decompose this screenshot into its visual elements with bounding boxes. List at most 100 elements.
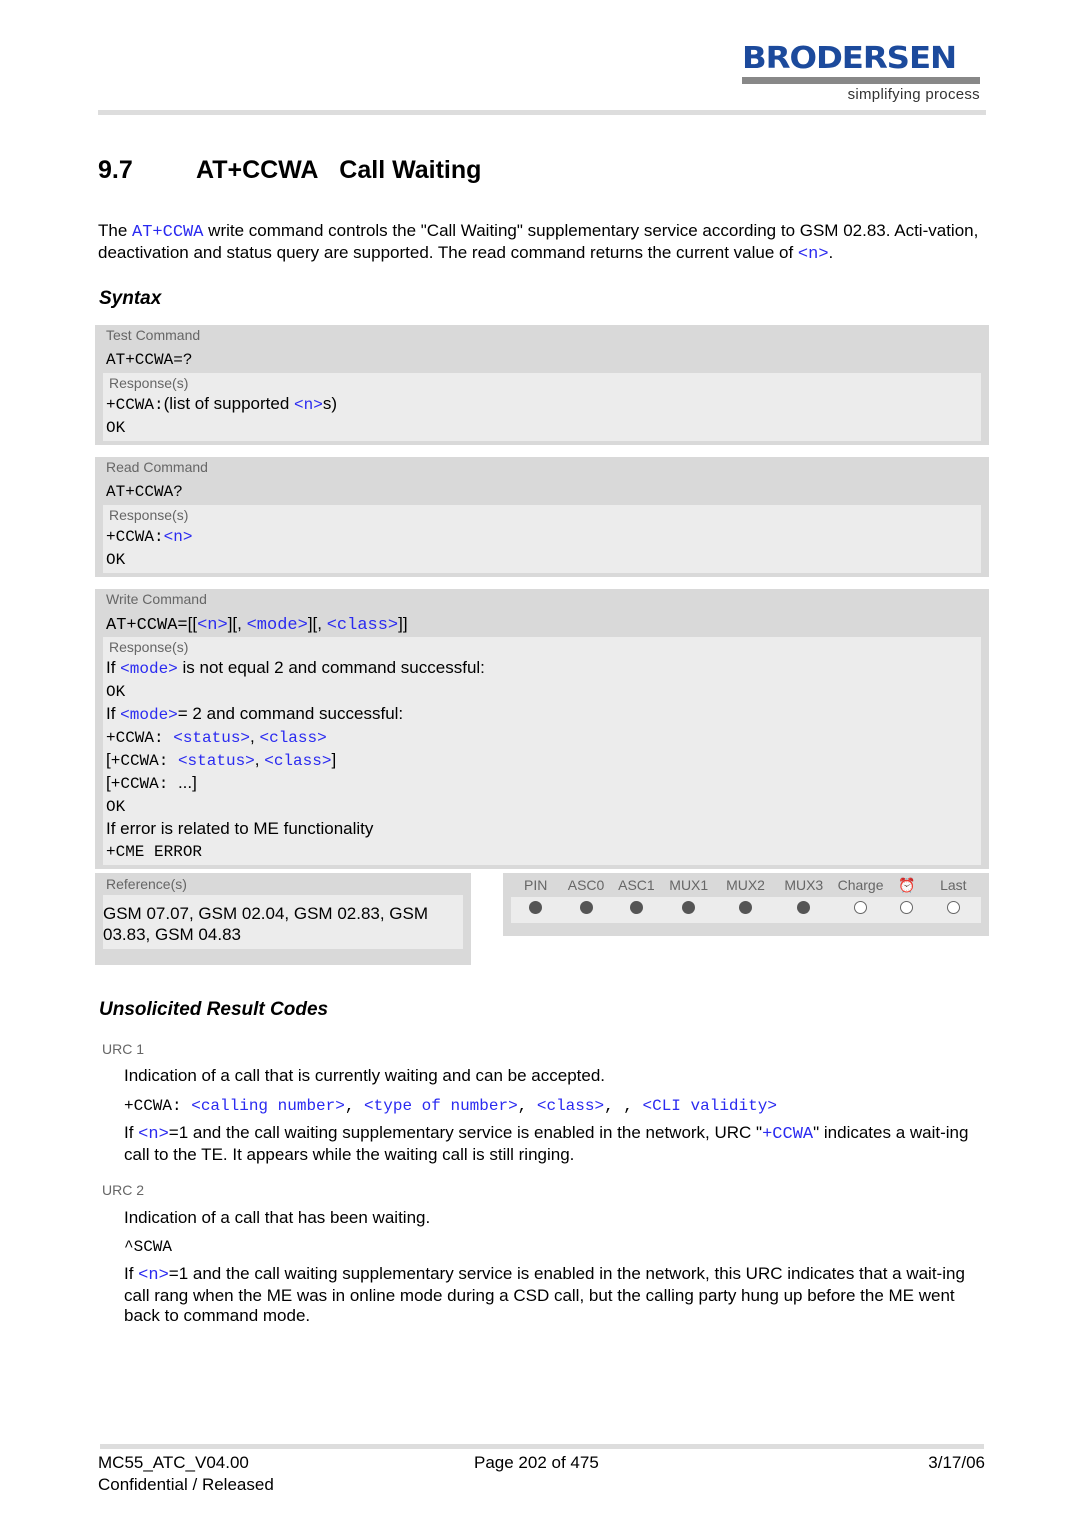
text: The	[98, 221, 133, 240]
parameter-link[interactable]: <n>	[798, 245, 829, 264]
urc-label: URC 1	[102, 1041, 145, 1057]
response-line: +CCWA: <status>, <class>	[106, 726, 978, 749]
response-line: +CME ERROR	[106, 840, 978, 863]
response-line: OK	[106, 795, 978, 818]
parameter-link[interactable]: <n>	[294, 396, 323, 414]
text: =1 and the call waiting supplementary se…	[124, 1264, 965, 1325]
text: If	[106, 704, 121, 723]
parameter-link[interactable]: <n>	[138, 1266, 169, 1285]
filled-circle-icon	[739, 901, 753, 914]
parameter-link[interactable]: <status>	[178, 752, 255, 770]
code-text: ,	[517, 1097, 537, 1115]
parameter-link[interactable]: <class>	[259, 729, 326, 747]
text: ...]	[177, 773, 197, 792]
response-line: OK	[106, 548, 978, 571]
column-header: ASC1	[618, 877, 655, 893]
column-header: PIN	[524, 877, 548, 893]
page-number: Page 202 of 475	[474, 1453, 599, 1472]
code-text: +CCWA:	[106, 729, 174, 747]
code-text: OK	[106, 683, 126, 701]
code-text: OK	[106, 798, 126, 816]
parameter-link[interactable]: <mode>	[120, 660, 178, 678]
support-cell	[888, 901, 926, 919]
parameter-link[interactable]: <class>	[537, 1097, 604, 1115]
column-header: MUX1	[669, 877, 709, 893]
brodersen-logo: BRODERSEN simplifying process	[742, 41, 980, 103]
text: If	[124, 1264, 139, 1283]
parameter-link[interactable]: <class>	[264, 752, 331, 770]
read-command-box: Read Command AT+CCWA? Response(s) +CCWA:…	[95, 457, 989, 577]
code-text: +CCWA:	[106, 528, 164, 546]
parameter-link[interactable]: <n>	[164, 528, 193, 546]
support-cell	[775, 901, 833, 919]
column-header: Last	[940, 877, 967, 893]
code-text: , ,	[604, 1097, 643, 1115]
text: is not equal 2 and command successful:	[177, 658, 485, 677]
code-text: +CCWA:	[110, 775, 178, 793]
text: = 2 and command successful:	[177, 704, 404, 723]
response-line: If <mode>= 2 and command successful:	[106, 703, 978, 726]
text: If	[124, 1123, 139, 1142]
code-text: ,	[344, 1097, 365, 1115]
test-command-box: Test Command AT+CCWA=? Response(s) +CCWA…	[95, 325, 989, 445]
support-cell	[560, 901, 611, 919]
intro-paragraph: The AT+CCWA write command controls the "…	[98, 221, 988, 265]
test-command: AT+CCWA=?	[106, 351, 193, 369]
text: s)	[322, 394, 337, 413]
text: ][,	[307, 614, 327, 633]
alarm-clock-icon: ⏰	[898, 876, 916, 893]
support-cell	[661, 901, 716, 919]
text: ][,	[227, 614, 247, 633]
syntax-heading: Syntax	[99, 288, 162, 309]
response-line: +CCWA:(list of supported <n>s)	[106, 393, 978, 416]
text: If	[106, 658, 121, 677]
parameter-link[interactable]: <class>	[327, 616, 398, 635]
support-cell	[511, 901, 560, 919]
filled-circle-icon	[579, 901, 593, 914]
write-command: AT+CCWA=[[<n>][, <mode>][, <class>]]	[103, 609, 981, 637]
empty-circle-icon	[854, 901, 868, 914]
column-header: MUX3	[784, 877, 824, 893]
code-text: +CCWA:	[110, 752, 178, 770]
section-title: 9.7 AT+CCWA Call Waiting	[98, 156, 482, 184]
text: =1 and the call waiting supplementary se…	[168, 1123, 763, 1142]
filled-circle-icon	[797, 901, 811, 914]
empty-circle-icon	[900, 901, 914, 914]
text: ]]	[398, 614, 408, 633]
parameter-link[interactable]: <mode>	[120, 706, 178, 724]
urc-code: +CCWA: <calling number>, <type of number…	[124, 1096, 988, 1116]
support-cell	[716, 901, 774, 919]
text: (list of supported	[163, 394, 295, 413]
code-text: +CCWA:	[106, 396, 164, 414]
interface-support-table: PIN ASC0 ASC1 MUX1 MUX2 MUX3 Charge ⏰ Last	[503, 873, 989, 936]
code-text: +CME ERROR	[106, 843, 203, 861]
parameter-link[interactable]: +CCWA	[762, 1125, 813, 1144]
filled-circle-icon	[629, 901, 643, 914]
code-text: OK	[106, 419, 126, 437]
text: write command controls the "Call Waiting…	[98, 221, 979, 262]
parameter-link[interactable]: <CLI validity>	[643, 1097, 777, 1115]
parameter-link[interactable]: <mode>	[247, 616, 308, 635]
urc-heading: Unsolicited Result Codes	[99, 999, 329, 1020]
response-line: [+CCWA: ...]	[106, 772, 978, 795]
column-header: ASC0	[567, 877, 605, 893]
column-header: Charge	[837, 877, 884, 893]
code-text: +CCWA:	[124, 1097, 192, 1115]
parameter-link[interactable]: AT+CCWA	[132, 223, 203, 242]
parameter-link[interactable]: <status>	[173, 729, 250, 747]
response-line: [+CCWA: <status>, <class>]	[106, 749, 978, 772]
support-cell	[833, 901, 888, 919]
urc-code: ^SCWA	[124, 1237, 988, 1257]
parameter-link[interactable]: <n>	[197, 616, 228, 635]
write-command-box: Write Command AT+CCWA=[[<n>][, <mode>][,…	[95, 589, 989, 869]
response-line: OK	[106, 680, 978, 703]
text: ]	[331, 750, 337, 769]
read-command: AT+CCWA?	[106, 483, 183, 501]
parameter-link[interactable]: <calling number>	[191, 1097, 345, 1115]
support-cell	[926, 901, 981, 919]
parameter-link[interactable]: <type of number>	[364, 1097, 518, 1115]
logo-bar	[742, 77, 980, 84]
filled-circle-icon	[682, 901, 696, 914]
parameter-link[interactable]: <n>	[138, 1125, 169, 1144]
references-box: Reference(s) GSM 07.07, GSM 02.04, GSM 0…	[95, 873, 471, 965]
